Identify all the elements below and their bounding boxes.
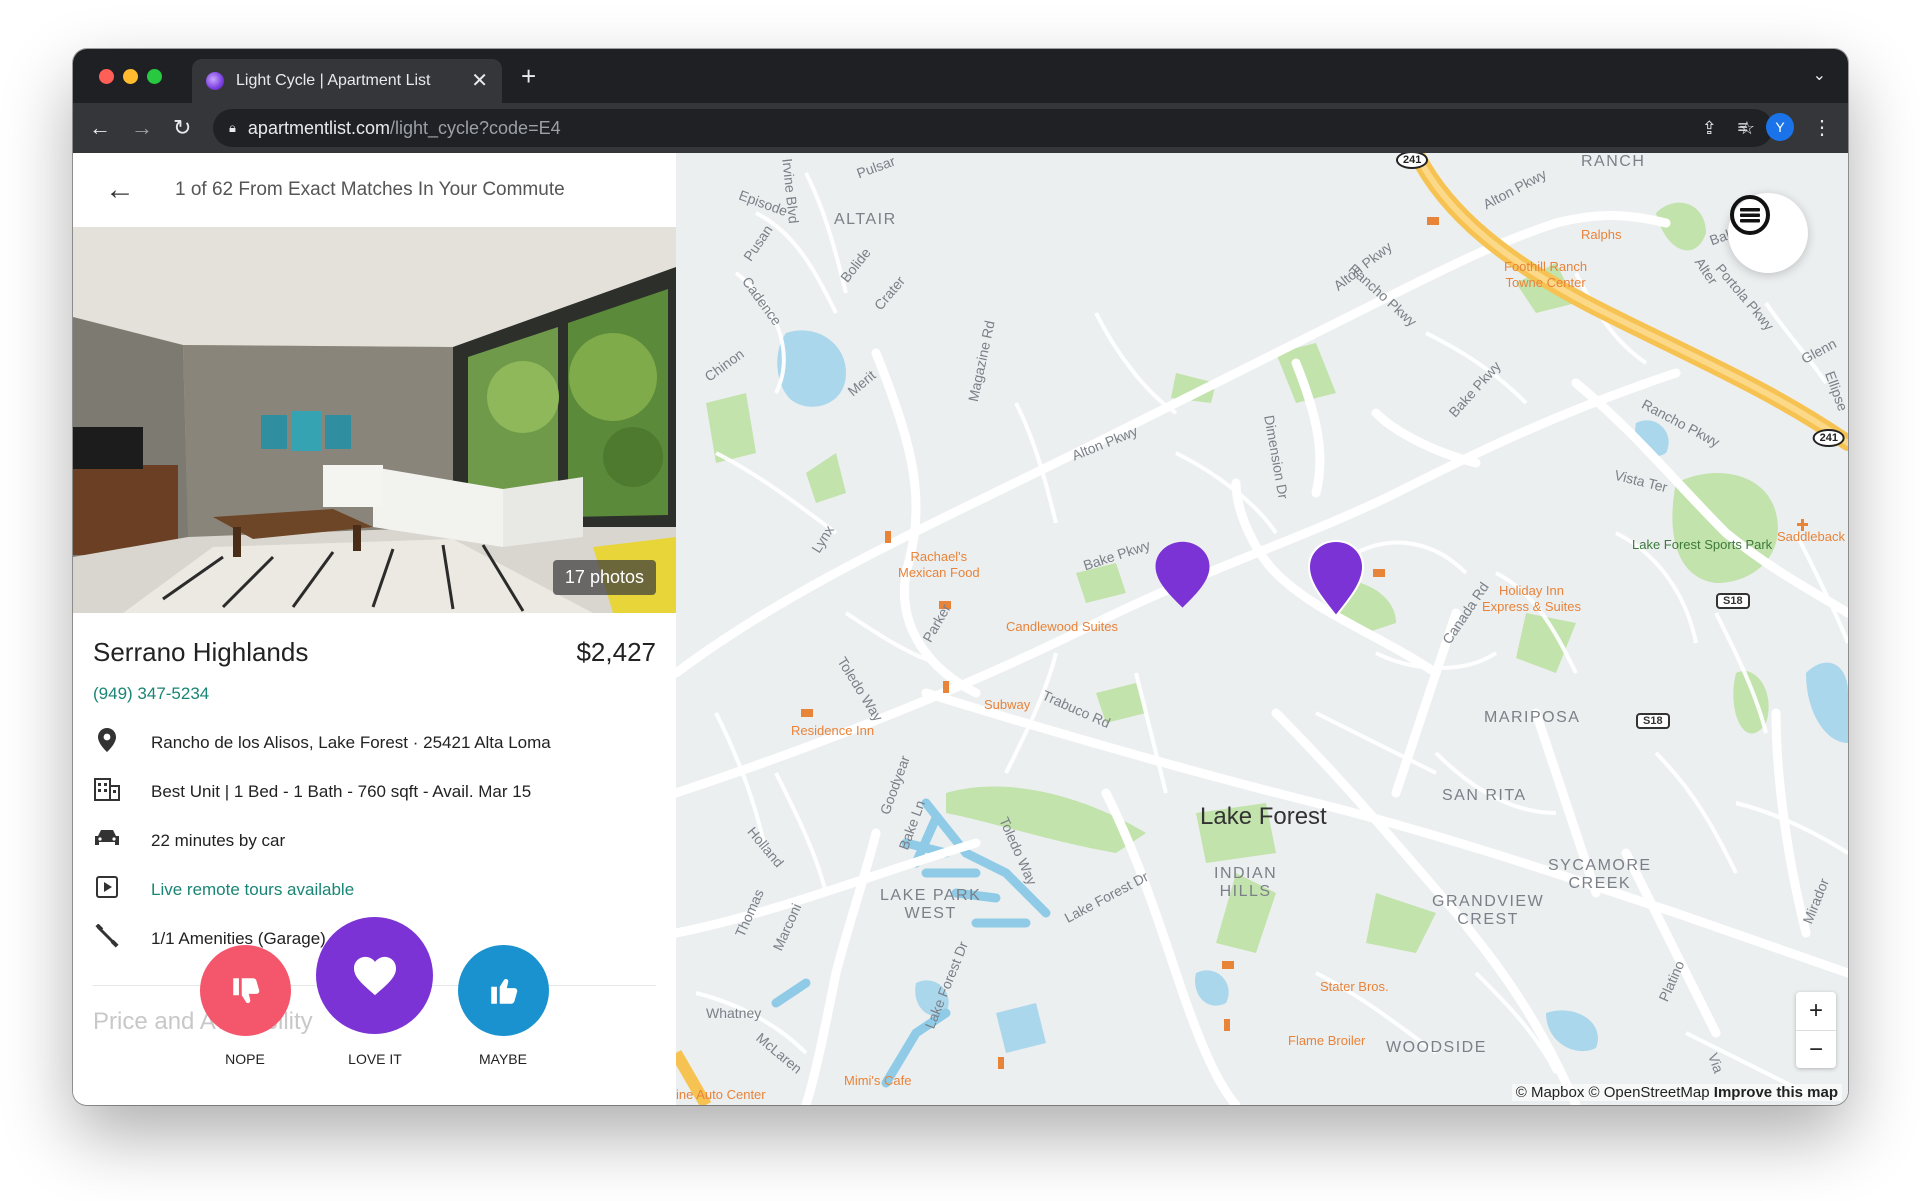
map-poi-label[interactable]: Candlewood Suites — [1006, 619, 1118, 634]
detail-tours[interactable]: Live remote tours available — [93, 865, 656, 914]
lock-icon[interactable]: 🔒︎ — [229, 120, 236, 136]
address-bar[interactable]: 🔒︎ apartmentlist.com/light_cycle?code=E4… — [213, 109, 1773, 147]
map-view[interactable]: RANCH ALTAIR MARIPOSA SAN RITA INDIAN HI… — [676, 153, 1848, 1105]
building-icon — [93, 777, 121, 807]
location-pin-icon — [93, 727, 121, 758]
browser-toolbar: ← → ↻ 🔒︎ apartmentlist.com/light_cycle?c… — [73, 103, 1848, 153]
detail-location-text: Rancho de los Alisos, Lake Forest · 2542… — [151, 732, 551, 752]
browser-tab[interactable]: Light Cycle | Apartment List ✕ — [192, 59, 502, 103]
map-layers-button[interactable] — [1728, 193, 1808, 273]
match-counter: 1 of 62 From Exact Matches In Your Commu… — [175, 179, 565, 200]
listing-location-pin[interactable] — [1308, 540, 1364, 618]
map-area-label: INDIAN HILLS — [1214, 865, 1278, 900]
route-shield: S18 — [1716, 593, 1750, 609]
phone-link[interactable]: (949) 347-5234 — [93, 684, 656, 704]
heart-icon — [353, 956, 396, 995]
back-button[interactable]: ← — [89, 115, 111, 141]
love-it-label: LOVE IT — [348, 1051, 402, 1067]
listing-panel: ← 1 of 62 From Exact Matches In Your Com… — [73, 153, 676, 1105]
action-bar: NOPE LOVE IT MAYBE — [73, 917, 676, 1105]
detail-unit: Best Unit | 1 Bed - 1 Bath - 760 sqft - … — [93, 767, 656, 816]
map-poi-label[interactable]: Residence Inn — [791, 723, 874, 738]
map-area-label: ALTAIR — [834, 211, 897, 228]
map-area-label: GRANDVIEW CREST — [1432, 893, 1545, 928]
light-cycle-favicon-icon — [206, 72, 224, 90]
love-it-button[interactable] — [316, 917, 433, 1034]
map-poi-label[interactable]: Foothill Ranch Towne Center — [1504, 259, 1587, 291]
map-poi-label[interactable]: Stater Bros. — [1320, 979, 1389, 994]
nope-label: NOPE — [225, 1051, 265, 1067]
tab-title: Light Cycle | Apartment List — [236, 72, 431, 89]
living-room-photo — [73, 227, 676, 613]
map-attribution: © Mapbox © OpenStreetMap Improve this ma… — [1511, 1084, 1842, 1101]
close-window-button[interactable] — [99, 69, 114, 84]
new-tab-button[interactable]: + — [521, 63, 536, 89]
map-pin[interactable] — [1155, 541, 1210, 608]
apartment-name: Serrano Highlands — [93, 637, 309, 667]
play-icon — [93, 875, 121, 904]
map-poi-label[interactable]: Ralphs — [1581, 227, 1621, 242]
car-icon — [93, 828, 121, 854]
zoom-in-button[interactable]: + — [1796, 992, 1836, 1030]
route-shield: S18 — [1636, 713, 1670, 729]
maybe-label: MAYBE — [479, 1051, 527, 1067]
thumbs-up-icon — [490, 978, 517, 1004]
browser-window: Light Cycle | Apartment List ✕ + ⌄ ← → ↻… — [73, 49, 1848, 1105]
map-area-label: RANCH — [1581, 153, 1646, 170]
map-area-label: LAKE PARK WEST — [880, 887, 982, 922]
detail-location: Rancho de los Alisos, Lake Forest · 2542… — [93, 718, 656, 767]
nope-button[interactable] — [200, 945, 291, 1036]
detail-commute-text: 22 minutes by car — [151, 830, 286, 850]
park-label[interactable]: Lake Forest Sports Park — [1632, 537, 1772, 552]
improve-map-link[interactable]: Improve this map — [1714, 1084, 1838, 1101]
minimize-window-button[interactable] — [123, 69, 138, 84]
map-area-label: SAN RITA — [1442, 787, 1527, 804]
listing-photo[interactable]: 17 photos — [73, 227, 676, 613]
map-poi-label[interactable]: Saddleback — [1777, 529, 1845, 544]
zoom-controls: + − — [1796, 992, 1836, 1068]
more-menu-icon[interactable]: ⋮ — [1812, 115, 1832, 140]
map-poi-label[interactable]: ine Auto Center — [676, 1087, 766, 1102]
tab-close-icon[interactable]: ✕ — [471, 71, 488, 91]
layers-menu-icon — [1730, 195, 1770, 235]
zoom-out-button[interactable]: − — [1796, 1030, 1836, 1068]
map-area-label: MARIPOSA — [1484, 709, 1581, 726]
apartment-price: $2,427 — [576, 637, 656, 667]
map-poi-label[interactable]: Mimi's Cafe — [844, 1073, 912, 1088]
map-poi-label[interactable]: Subway — [984, 697, 1030, 712]
panel-header: ← 1 of 62 From Exact Matches In Your Com… — [73, 153, 676, 227]
thumbs-down-icon — [232, 977, 259, 1003]
media-queue-icon[interactable]: ≡ — [1737, 117, 1748, 138]
photo-count-badge[interactable]: 17 photos — [552, 560, 656, 595]
tab-search-icon[interactable]: ⌄ — [1813, 65, 1826, 85]
map-poi-label[interactable]: Flame Broiler — [1288, 1033, 1365, 1048]
share-icon[interactable]: ⇪ — [1702, 118, 1717, 139]
attribution-text[interactable]: © Mapbox © OpenStreetMap — [1516, 1084, 1714, 1101]
back-arrow-icon[interactable]: ← — [105, 173, 135, 207]
profile-avatar[interactable]: Y — [1766, 113, 1794, 141]
road-label: Whatney — [706, 1005, 762, 1021]
map-area-label: SYCAMORE CREEK — [1548, 857, 1652, 892]
reload-button[interactable]: ↻ — [173, 115, 191, 141]
maybe-button[interactable] — [458, 945, 549, 1036]
tab-bar: Light Cycle | Apartment List ✕ + ⌄ — [73, 49, 1848, 103]
city-label: Lake Forest — [1200, 803, 1327, 830]
map-poi-label[interactable]: Holiday Inn Express & Suites — [1482, 583, 1581, 615]
maximize-window-button[interactable] — [147, 69, 162, 84]
url-host: apartmentlist.com — [247, 117, 390, 138]
map-area-label: WOODSIDE — [1386, 1039, 1487, 1056]
detail-unit-text: Best Unit | 1 Bed - 1 Bath - 760 sqft - … — [151, 781, 532, 801]
forward-button[interactable]: → — [131, 115, 153, 141]
detail-commute: 22 minutes by car — [93, 816, 656, 865]
detail-tours-link[interactable]: Live remote tours available — [151, 880, 354, 900]
map-poi-label[interactable]: Rachael's Mexican Food — [898, 549, 980, 581]
url-path: /light_cycle?code=E4 — [389, 117, 561, 138]
